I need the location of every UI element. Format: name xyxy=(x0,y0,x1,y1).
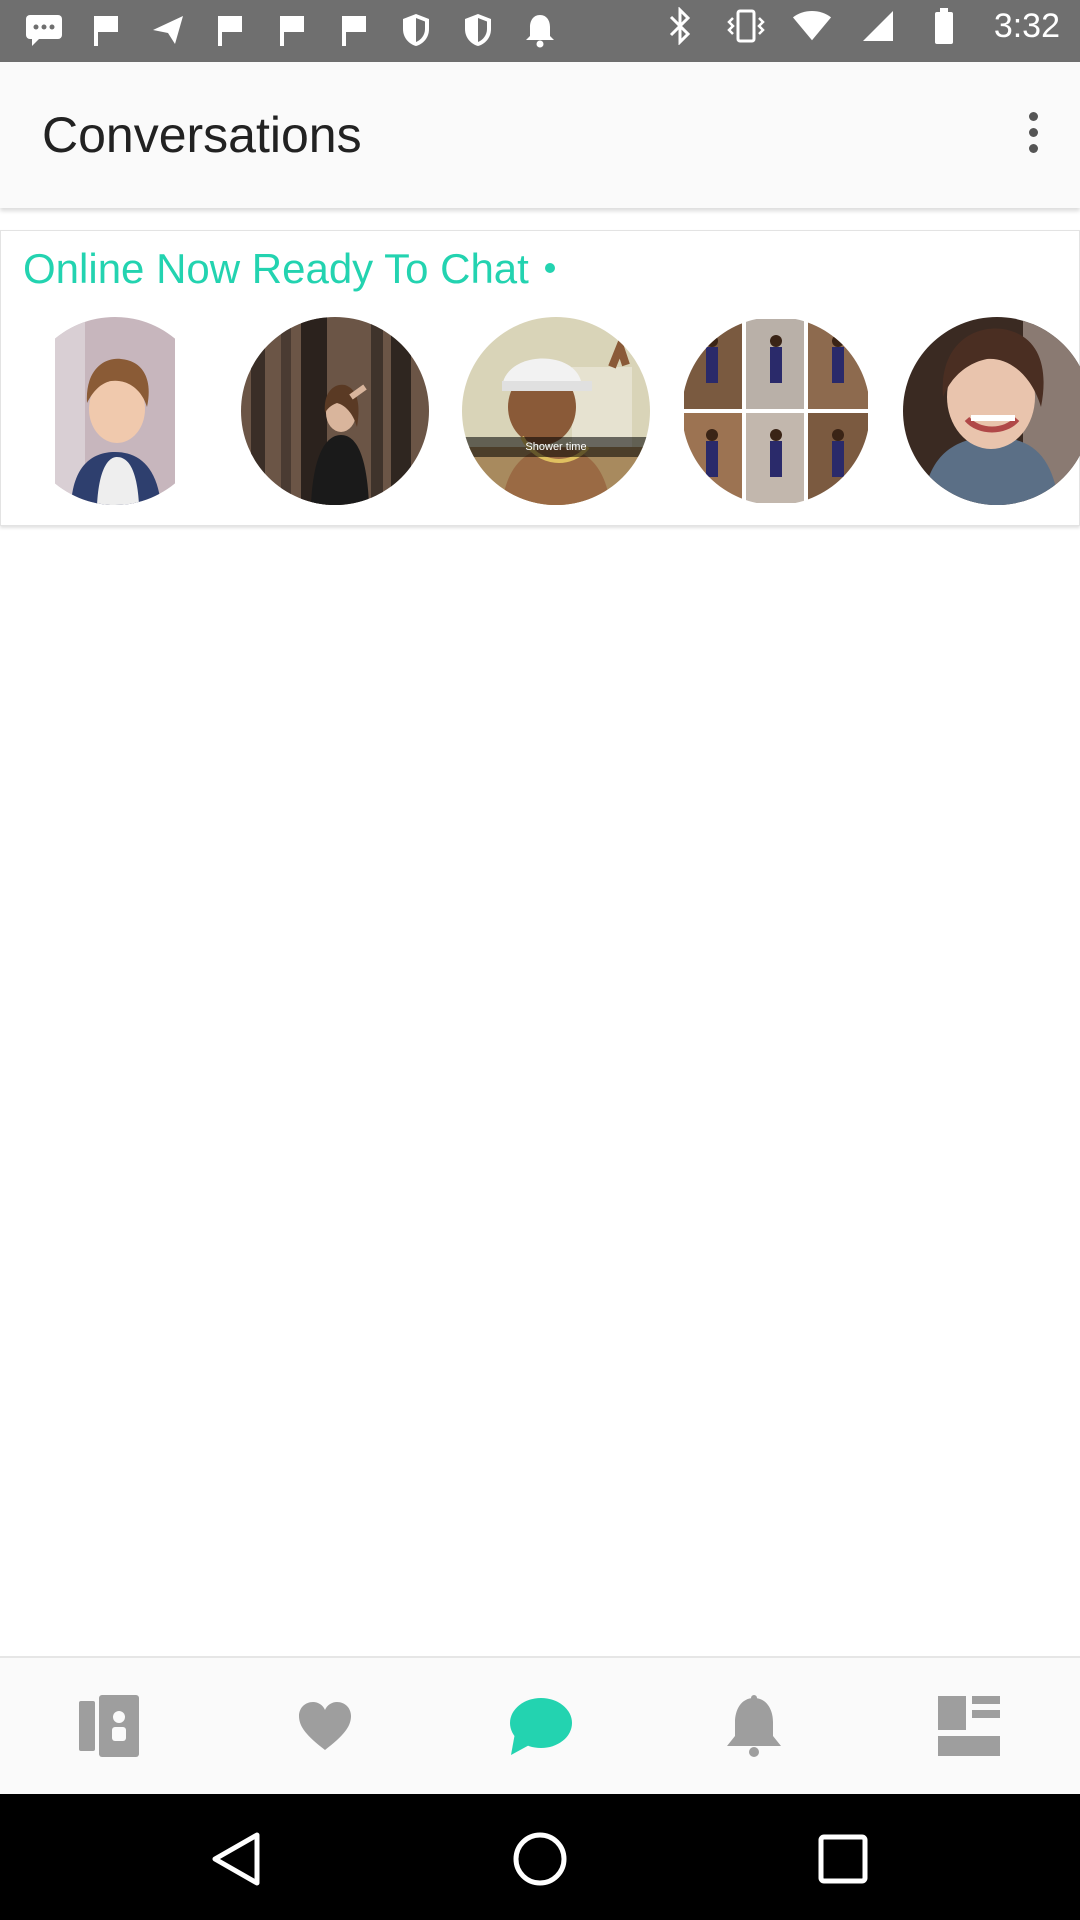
battery-icon xyxy=(924,6,964,46)
flag-icon xyxy=(334,10,374,50)
send-icon xyxy=(148,10,188,50)
flag-icon xyxy=(272,10,312,50)
bell-icon xyxy=(723,1694,785,1763)
profile-card-icon xyxy=(77,1693,141,1764)
bell-icon xyxy=(520,10,560,50)
nav-dashboard[interactable] xyxy=(924,1688,1014,1768)
nav-profile-cards[interactable] xyxy=(64,1688,154,1768)
online-now-card: Online Now Ready To Chat Shower time xyxy=(0,230,1080,526)
system-nav-bar xyxy=(0,1794,1080,1920)
flag-icon xyxy=(86,10,126,50)
online-user-3[interactable]: Shower time xyxy=(462,317,650,505)
vibrate-icon xyxy=(726,6,766,46)
menu-dot xyxy=(1028,127,1038,137)
recents-icon[interactable] xyxy=(808,1824,878,1894)
menu-dot xyxy=(1028,143,1038,153)
notification-icons xyxy=(24,10,560,50)
signal-icon xyxy=(858,6,898,46)
shield-icon xyxy=(396,10,436,50)
app-bar: Conversations xyxy=(0,62,1080,208)
more-vert-icon[interactable] xyxy=(1008,102,1058,162)
page-title: Conversations xyxy=(42,107,362,163)
online-user-4[interactable] xyxy=(682,317,870,505)
online-user-1[interactable] xyxy=(21,317,209,505)
dashboard-icon xyxy=(936,1694,1002,1763)
online-user-5[interactable] xyxy=(903,317,1080,505)
clock: 3:32 xyxy=(993,6,1060,45)
status-bar: 3:32 xyxy=(0,0,1080,62)
online-now-heading: Online Now Ready To Chat xyxy=(23,245,555,293)
nav-likes[interactable] xyxy=(280,1688,370,1768)
back-icon[interactable] xyxy=(202,1824,272,1894)
nav-notifications[interactable] xyxy=(709,1688,799,1768)
bottom-nav xyxy=(0,1656,1080,1796)
nav-conversations[interactable] xyxy=(495,1688,585,1768)
flag-icon xyxy=(210,10,250,50)
home-icon[interactable] xyxy=(505,1824,575,1894)
heart-icon xyxy=(297,1700,353,1757)
online-now-label: Online Now Ready To Chat xyxy=(23,245,529,292)
message-icon xyxy=(24,10,64,50)
online-user-2[interactable] xyxy=(241,317,429,505)
system-status-icons: 3:32 xyxy=(660,6,1060,46)
wifi-icon xyxy=(792,6,832,46)
avatar-caption: Shower time xyxy=(462,437,650,457)
chat-bubble-icon xyxy=(507,1695,573,1762)
shield-icon xyxy=(458,10,498,50)
bluetooth-icon xyxy=(660,6,700,46)
online-indicator-dot xyxy=(544,262,555,273)
menu-dot xyxy=(1028,111,1038,121)
